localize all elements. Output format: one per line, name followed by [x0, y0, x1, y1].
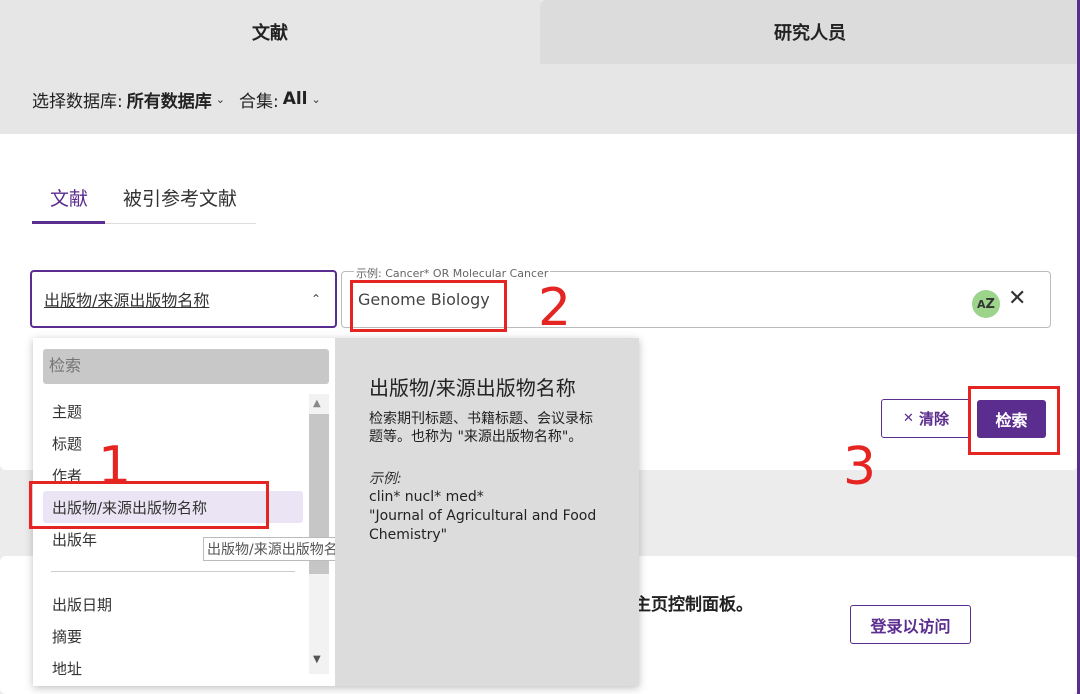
- active-tab-underline: [32, 221, 105, 224]
- login-button[interactable]: 登录以访问: [850, 605, 971, 644]
- search-field-select[interactable]: 出版物/来源出版物名称 ⌃: [30, 270, 337, 328]
- list-item[interactable]: 主题: [43, 395, 303, 427]
- help-description: 检索期刊标题、书籍标题、会议录标题等。也称为 "来源出版物名称"。: [369, 411, 593, 445]
- az-icon[interactable]: AZ: [972, 290, 1000, 318]
- tab-researchers[interactable]: 研究人员: [540, 0, 1080, 64]
- close-icon[interactable]: ✕: [1008, 286, 1026, 311]
- scroll-down-icon[interactable]: ▼: [313, 654, 321, 665]
- tab-documents[interactable]: 文献: [0, 0, 540, 64]
- annotation-number-3: 3: [843, 437, 877, 497]
- database-label: 选择数据库:: [32, 91, 123, 112]
- clear-button[interactable]: ✕ 清除: [881, 399, 971, 438]
- help-example-1: clin* nucl* med*: [369, 489, 484, 505]
- clear-button-label: 清除: [918, 410, 949, 428]
- annotation-box-2: [350, 280, 507, 332]
- annotation-box-3: [968, 386, 1060, 455]
- dashboard-text: 主页控制面板。: [634, 595, 753, 615]
- dropdown-search-input[interactable]: [43, 349, 329, 384]
- help-example-2: "Journal of Agricultural and Food Chemis…: [369, 507, 597, 543]
- scroll-up-icon[interactable]: ▲: [313, 398, 321, 409]
- search-field-value: 出版物/来源出版物名称: [44, 291, 210, 310]
- chevron-down-icon[interactable]: ⌄: [216, 93, 225, 106]
- close-icon: ✕: [903, 411, 914, 426]
- annotation-number-1: 1: [98, 436, 132, 496]
- help-example-label: 示例:: [369, 471, 402, 487]
- main-tabs: 文献 研究人员: [0, 0, 1080, 64]
- list-item[interactable]: 地址: [43, 652, 303, 684]
- collection-label: 合集:: [238, 91, 279, 112]
- search-example-label: 示例: Cancer* OR Molecular Cancer: [354, 265, 551, 281]
- database-selector[interactable]: 所有数据库: [127, 87, 212, 112]
- list-item[interactable]: 摘要: [43, 620, 303, 652]
- search-type-tabs: 文献 被引参考文献: [32, 180, 256, 224]
- list-item[interactable]: 出版日期: [43, 588, 303, 620]
- help-title: 出版物/来源出版物名称: [369, 376, 576, 400]
- annotation-box-1: [29, 481, 269, 529]
- database-bar: 选择数据库: 所有数据库 ⌄ 合集: All ⌄: [0, 64, 1080, 134]
- divider: [51, 571, 295, 572]
- list-item[interactable]: 标题: [43, 427, 303, 459]
- chevron-down-icon[interactable]: ⌄: [312, 93, 321, 106]
- field-help-panel: 出版物/来源出版物名称 检索期刊标题、书籍标题、会议录标题等。也称为 "来源出版…: [335, 338, 639, 686]
- tab-documents-search[interactable]: 文献: [50, 184, 88, 211]
- tab-cited-references[interactable]: 被引参考文献: [123, 184, 237, 211]
- tooltip: 出版物/来源出版物名称: [203, 537, 356, 561]
- collection-selector[interactable]: All: [283, 89, 308, 109]
- chevron-up-icon[interactable]: ⌃: [311, 292, 321, 306]
- annotation-number-2: 2: [538, 278, 572, 338]
